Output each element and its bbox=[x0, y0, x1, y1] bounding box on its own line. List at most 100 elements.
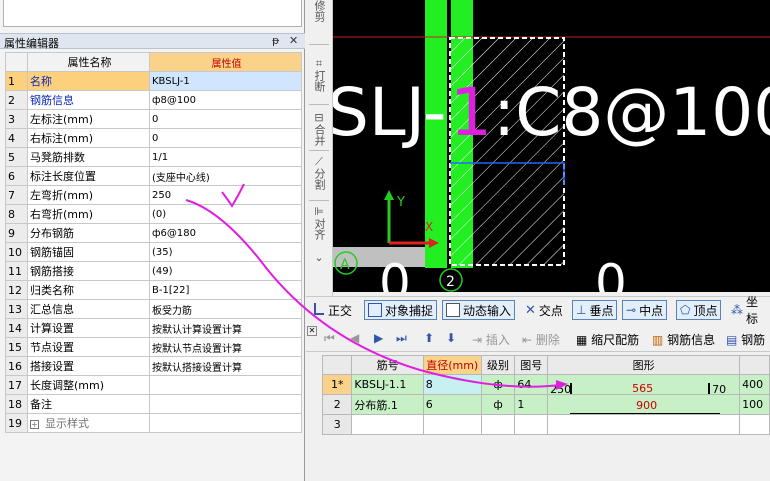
merge-tool[interactable]: ⊟ 合并 bbox=[310, 112, 328, 149]
prev-record-icon[interactable]: ◀ bbox=[350, 331, 359, 345]
property-row[interactable]: 10 钢筋锚固 (35) bbox=[5, 242, 302, 262]
grade-cell[interactable]: ф bbox=[480, 374, 516, 395]
property-value[interactable]: 0 bbox=[149, 109, 302, 129]
rebar-row-num-header bbox=[321, 355, 353, 375]
extra-cell[interactable] bbox=[739, 414, 770, 435]
property-row[interactable]: 18 备注 bbox=[5, 394, 302, 414]
align-tool[interactable]: ⊫ 对齐 bbox=[310, 206, 328, 243]
upper-list-box[interactable] bbox=[3, 0, 302, 27]
rebar-table: 筋号 直径(mm) 级别 图号 图形 1* KBSLJ-1.1 8 ф 64 2… bbox=[321, 355, 770, 435]
shape-cell[interactable]: 250 565 70 bbox=[547, 374, 741, 395]
property-value[interactable]: (支座中心线) bbox=[149, 166, 302, 186]
rebar-row[interactable]: 3 bbox=[321, 414, 770, 435]
rebar-more-label: 钢筋 bbox=[741, 333, 766, 347]
pin-icon[interactable]: ᵽ bbox=[272, 34, 279, 47]
align-label: 对齐 bbox=[313, 218, 326, 240]
property-row[interactable]: 15 节点设置 按默认节点设置计算 bbox=[5, 337, 302, 357]
property-row[interactable]: 5 马凳筋排数 1/1 bbox=[5, 147, 302, 167]
shape-right-value: 70 bbox=[712, 383, 727, 395]
rebar-row[interactable]: 2 分布筋.1 6 ф 1 900 100 bbox=[321, 394, 770, 415]
property-value[interactable]: (49) bbox=[149, 261, 302, 281]
property-row[interactable]: 13 汇总信息 板受力筋 bbox=[5, 299, 302, 319]
grade-cell[interactable]: ф bbox=[480, 394, 516, 415]
bar-no-cell[interactable] bbox=[351, 414, 424, 435]
chevron-down-icon[interactable]: ⌄ bbox=[310, 252, 328, 264]
property-value[interactable]: (35) bbox=[149, 242, 302, 262]
property-value[interactable]: KBSLJ-1 bbox=[149, 71, 302, 91]
expand-icon[interactable]: + bbox=[30, 419, 39, 429]
figure-no-cell[interactable]: 1 bbox=[514, 394, 549, 415]
property-value[interactable]: 1/1 bbox=[149, 147, 302, 167]
extra-cell[interactable]: 400 bbox=[739, 374, 770, 395]
bar-no-cell[interactable]: 分布筋.1 bbox=[351, 394, 424, 415]
shape-cell[interactable]: 900 bbox=[547, 394, 741, 415]
rebar-more-button[interactable]: ▤ 钢筋 bbox=[726, 331, 765, 348]
property-value[interactable]: 250 bbox=[149, 185, 302, 205]
next-record-icon[interactable]: ▶ bbox=[374, 331, 383, 345]
panel-close-icon[interactable]: ✕ bbox=[307, 326, 317, 336]
coordinate-snap[interactable]: ⁂ 坐标 bbox=[728, 295, 770, 326]
diameter-cell[interactable]: 6 bbox=[422, 394, 482, 415]
property-row[interactable]: 6 标注长度位置 (支座中心线) bbox=[5, 166, 302, 186]
bar-no-cell[interactable]: KBSLJ-1.1 bbox=[351, 374, 424, 395]
property-value[interactable] bbox=[149, 394, 302, 414]
scale-rebar-button[interactable]: ▦ 缩尺配筋 bbox=[576, 331, 639, 348]
property-row[interactable]: 8 右弯折(mm) (0) bbox=[5, 204, 302, 224]
property-value[interactable]: ф6@180 bbox=[149, 223, 302, 243]
property-row[interactable]: 11 钢筋搭接 (49) bbox=[5, 261, 302, 281]
insert-button[interactable]: ⇥ 插入 bbox=[472, 331, 510, 348]
property-value[interactable]: 按默认搭接设置计算 bbox=[149, 356, 302, 376]
last-record-icon[interactable]: ⏭ bbox=[396, 331, 407, 346]
property-row-num: 11 bbox=[5, 261, 28, 281]
move-down-icon[interactable]: ⬇ bbox=[446, 331, 456, 345]
move-up-icon[interactable]: ⬆ bbox=[424, 331, 434, 345]
property-value[interactable]: ф8@100 bbox=[149, 90, 302, 110]
first-record-icon[interactable]: ⏮ bbox=[324, 331, 335, 346]
dynamic-input-toggle[interactable]: 动态输入 bbox=[442, 300, 516, 320]
split-tool[interactable]: ⟋ 分割 bbox=[310, 156, 328, 193]
property-value[interactable] bbox=[149, 413, 302, 433]
selected-slab-region[interactable] bbox=[449, 37, 565, 266]
property-row[interactable]: 1 名称 KBSLJ-1 bbox=[5, 71, 302, 91]
property-row[interactable]: 16 搭接设置 按默认搭接设置计算 bbox=[5, 356, 302, 376]
shape-mid-value: 900 bbox=[636, 399, 658, 412]
drawing-canvas[interactable]: SLJ- 1 :C8@100 Y X A 2 0 0 bbox=[333, 0, 770, 292]
property-value[interactable]: B-1[22] bbox=[149, 280, 302, 300]
property-value[interactable]: (0) bbox=[149, 204, 302, 224]
property-value[interactable]: 按默认计算设置计算 bbox=[149, 318, 302, 338]
diameter-cell[interactable]: 8 bbox=[422, 374, 482, 395]
ortho-toggle[interactable]: 正交 bbox=[308, 300, 355, 320]
property-row[interactable]: 7 左弯折(mm) 250 bbox=[5, 185, 302, 205]
midpoint-snap[interactable]: ⊸ 中点 bbox=[622, 300, 668, 320]
figure-no-cell[interactable]: 64 bbox=[514, 374, 549, 395]
property-row[interactable]: 9 分布钢筋 ф6@180 bbox=[5, 223, 302, 243]
object-snap-toggle[interactable]: 对象捕捉 bbox=[364, 300, 438, 320]
extra-cell[interactable]: 100 bbox=[739, 394, 770, 415]
property-value[interactable]: 按默认节点设置计算 bbox=[149, 337, 302, 357]
property-value[interactable]: 板受力筋 bbox=[149, 299, 302, 319]
property-row[interactable]: 12 归类名称 B-1[22] bbox=[5, 280, 302, 300]
diameter-cell[interactable] bbox=[422, 414, 482, 435]
perpendicular-label: 垂点 bbox=[589, 303, 614, 318]
property-row[interactable]: 3 左标注(mm) 0 bbox=[5, 109, 302, 129]
delete-button[interactable]: ⇤ 删除 bbox=[522, 331, 560, 348]
dynamic-input-icon bbox=[446, 303, 460, 317]
property-value[interactable]: 0 bbox=[149, 128, 302, 148]
property-row[interactable]: 2 钢筋信息 ф8@100 bbox=[5, 90, 302, 110]
property-row[interactable]: 19 + 显示样式 bbox=[5, 413, 302, 433]
property-value[interactable] bbox=[149, 375, 302, 395]
vertex-snap[interactable]: ⬠ 顶点 bbox=[676, 300, 722, 320]
property-row[interactable]: 4 右标注(mm) 0 bbox=[5, 128, 302, 148]
shape-cell[interactable] bbox=[547, 414, 741, 435]
trim-tool[interactable]: 修剪 bbox=[310, 0, 328, 25]
property-row[interactable]: 14 计算设置 按默认计算设置计算 bbox=[5, 318, 302, 338]
grade-cell[interactable] bbox=[480, 414, 516, 435]
property-row[interactable]: 17 长度调整(mm) bbox=[5, 375, 302, 395]
perpendicular-snap[interactable]: ⊥ 垂点 bbox=[572, 300, 618, 320]
rebar-row[interactable]: 1* KBSLJ-1.1 8 ф 64 250 565 70 400 bbox=[321, 374, 770, 395]
break-tool[interactable]: ⌗ 打断 bbox=[310, 58, 328, 95]
figure-no-cell[interactable] bbox=[514, 414, 549, 435]
intersection-snap[interactable]: ✕ 交点 bbox=[522, 300, 566, 320]
rebar-info-button[interactable]: ▥ 钢筋信息 bbox=[652, 331, 715, 348]
close-icon[interactable]: ✕ bbox=[289, 34, 298, 47]
